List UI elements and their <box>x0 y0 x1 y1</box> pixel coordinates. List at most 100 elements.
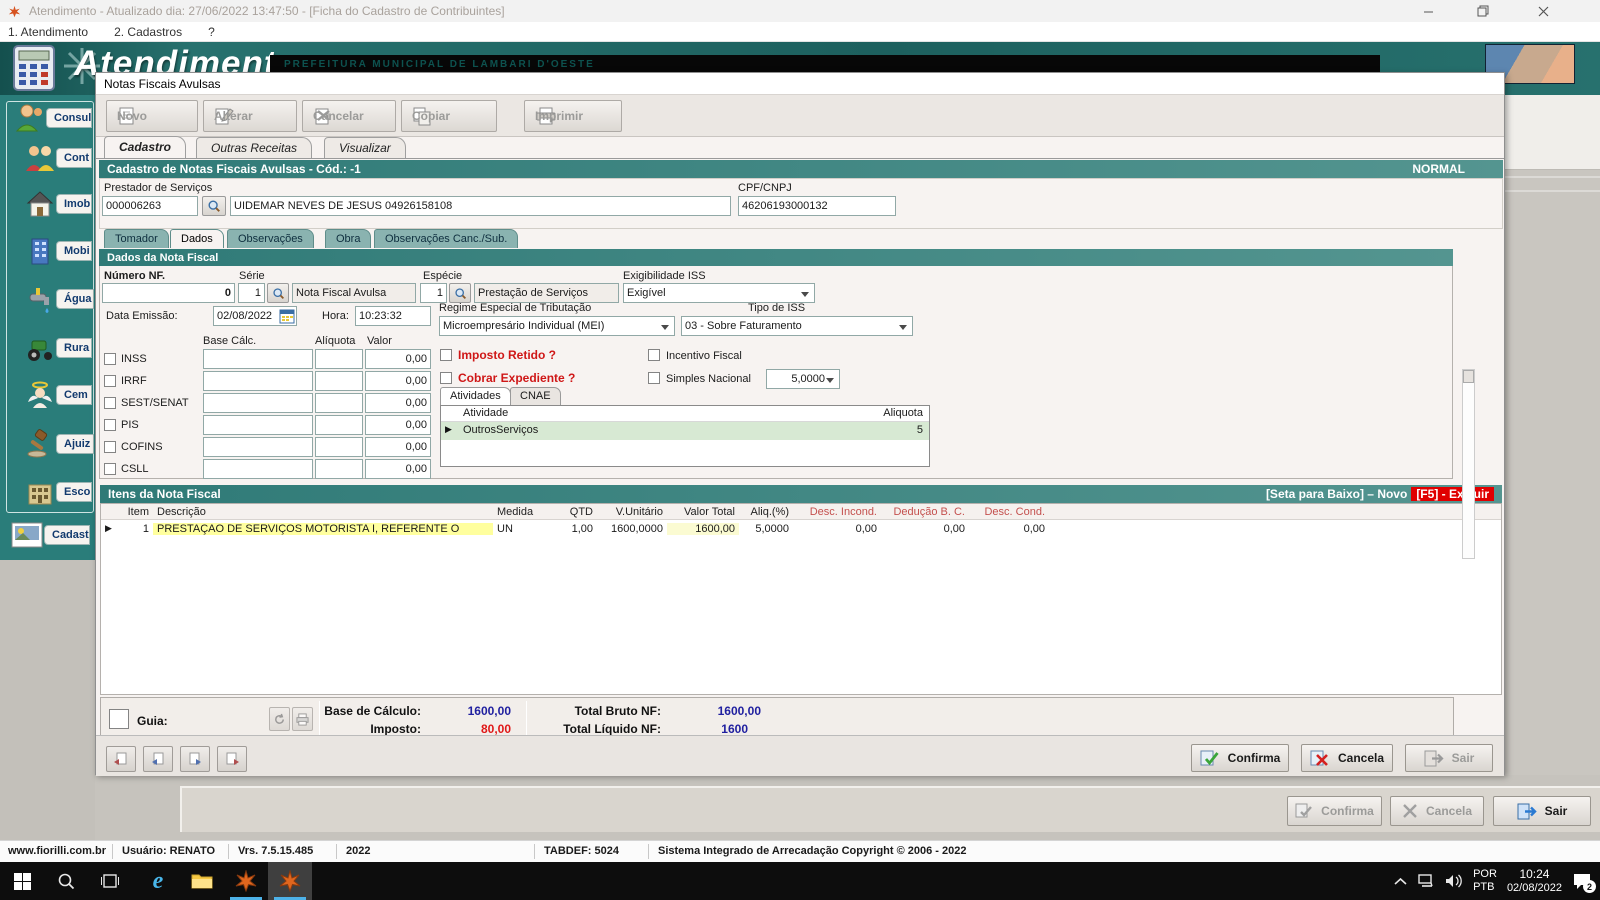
minimize-button[interactable] <box>1405 0 1451 22</box>
tray-chevron-up-icon[interactable] <box>1394 877 1407 886</box>
task-view-icon[interactable] <box>88 862 132 900</box>
tab-observacoes-canc[interactable]: Observações Canc./Sub. <box>374 229 519 248</box>
taskbar-clock[interactable]: 10:24 02/08/2022 <box>1507 867 1562 895</box>
sidebar-item-rura[interactable]: Rura <box>24 333 92 363</box>
pis-valor-field[interactable]: 0,00 <box>365 415 431 435</box>
sidebar-item-esco[interactable]: Esco <box>24 477 92 507</box>
sidebar-item-imob[interactable]: Imob <box>24 189 92 219</box>
pis-base-field[interactable] <box>203 415 313 435</box>
prestador-code-field[interactable]: 000006263 <box>102 196 198 216</box>
novo-button[interactable]: Novo <box>106 100 198 132</box>
sair-button[interactable]: Sair <box>1405 744 1493 772</box>
close-button[interactable] <box>1520 0 1566 22</box>
cofins-valor-field[interactable]: 0,00 <box>365 437 431 457</box>
tab-cnae[interactable]: CNAE <box>510 387 561 405</box>
internet-explorer-icon[interactable]: e <box>136 862 180 900</box>
scrollbar-thumb[interactable] <box>1463 370 1474 383</box>
sest-base-field[interactable] <box>203 393 313 413</box>
tab-visualizar[interactable]: Visualizar <box>324 137 406 158</box>
outer-sair-button[interactable]: Sair <box>1493 796 1591 826</box>
alterar-button[interactable]: Alterar <box>203 100 297 132</box>
copiar-button[interactable]: Copiar <box>401 100 497 132</box>
tab-dados[interactable]: Dados <box>170 229 224 248</box>
inss-checkbox[interactable] <box>104 353 116 365</box>
simples-nacional-checkbox[interactable] <box>648 372 660 384</box>
record-first-button[interactable] <box>106 746 136 772</box>
file-explorer-icon[interactable] <box>180 862 224 900</box>
network-icon[interactable] <box>1417 874 1435 888</box>
cpf-cnpj-field[interactable]: 46206193000132 <box>738 196 896 216</box>
csll-aliquota-field[interactable] <box>315 459 363 479</box>
pis-aliquota-field[interactable] <box>315 415 363 435</box>
numero-nf-field[interactable]: 0 <box>102 283 235 303</box>
irrf-base-field[interactable] <box>203 371 313 391</box>
tab-outras-receitas[interactable]: Outras Receitas <box>196 137 313 158</box>
start-button[interactable] <box>0 862 44 900</box>
language-indicator[interactable]: POR PTB <box>1473 868 1497 894</box>
tab-atividades[interactable]: Atividades <box>440 387 511 405</box>
fiorilli-app-icon[interactable] <box>224 862 268 900</box>
tab-obra[interactable]: Obra <box>325 229 372 248</box>
serie-search-button[interactable] <box>267 283 289 303</box>
sest-valor-field[interactable]: 0,00 <box>365 393 431 413</box>
hora-field[interactable]: 10:23:32 <box>355 306 431 326</box>
imprimir-button[interactable]: Imprimir <box>524 100 622 132</box>
tab-cadastro[interactable]: Cadastro <box>104 136 187 158</box>
sest-senat-checkbox[interactable] <box>104 397 116 409</box>
incentivo-fiscal-checkbox[interactable] <box>648 349 660 361</box>
irrf-aliquota-field[interactable] <box>315 371 363 391</box>
sidebar-item-mobi[interactable]: Mobi <box>24 236 92 266</box>
serie-field[interactable]: 1 <box>238 283 265 303</box>
outer-confirma-button[interactable]: Confirma <box>1287 796 1382 826</box>
regime-select[interactable]: Microempresário Individual (MEI) <box>439 316 675 336</box>
menu-atendimento[interactable]: 1. Atendimento <box>8 25 88 39</box>
outer-cancela-button[interactable]: Cancela <box>1390 796 1484 826</box>
record-last-button[interactable] <box>217 746 247 772</box>
csll-checkbox[interactable] <box>104 463 116 475</box>
inss-valor-field[interactable]: 0,00 <box>365 349 431 369</box>
sidebar-item-cadastr[interactable]: Cadastr <box>10 521 90 549</box>
sidebar-item-ajuiz[interactable]: Ajuiz <box>24 429 94 459</box>
simples-aliquota-select[interactable]: 5,0000 <box>766 369 840 389</box>
sidebar-item-cont[interactable]: Cont <box>24 143 92 173</box>
menu-cadastros[interactable]: 2. Cadastros <box>114 25 182 39</box>
vertical-scrollbar[interactable] <box>1462 369 1475 559</box>
cofins-checkbox[interactable] <box>104 441 116 453</box>
sidebar-item-agua[interactable]: Água <box>24 284 94 314</box>
guia-refresh-button[interactable] <box>269 707 290 731</box>
prestador-search-button[interactable] <box>202 196 226 216</box>
data-emissao-field[interactable]: 02/08/2022 <box>213 306 297 326</box>
especie-search-button[interactable] <box>449 283 471 303</box>
tab-tomador[interactable]: Tomador <box>104 229 169 248</box>
irrf-checkbox[interactable] <box>104 375 116 387</box>
sidebar-item-cem[interactable]: Cem <box>24 380 92 410</box>
item-row[interactable]: ▶ 1 PRESTAÇAO DE SERVIÇOS MOTORISTA I, R… <box>101 520 1501 537</box>
csll-valor-field[interactable]: 0,00 <box>365 459 431 479</box>
irrf-valor-field[interactable]: 0,00 <box>365 371 431 391</box>
action-center-icon[interactable]: 2 <box>1572 872 1596 893</box>
calendar-icon[interactable] <box>279 308 295 324</box>
restore-button[interactable] <box>1460 0 1506 22</box>
cofins-base-field[interactable] <box>203 437 313 457</box>
pis-checkbox[interactable] <box>104 419 116 431</box>
sidebar-item-consulta[interactable]: Consulta <box>14 103 92 133</box>
fiorilli-app-icon-active[interactable] <box>268 862 312 900</box>
exigibilidade-select[interactable]: Exigível <box>623 283 815 303</box>
speaker-icon[interactable] <box>1445 874 1463 888</box>
confirma-button[interactable]: Confirma <box>1191 744 1289 772</box>
taskbar-search-icon[interactable] <box>44 862 88 900</box>
cofins-aliquota-field[interactable] <box>315 437 363 457</box>
guia-checkbox[interactable] <box>109 709 129 729</box>
prestador-name-field[interactable]: UIDEMAR NEVES DE JESUS 04926158108 <box>230 196 731 216</box>
tipo-iss-select[interactable]: 03 - Sobre Faturamento <box>681 316 913 336</box>
cancelar-button[interactable]: Cancelar <box>302 100 396 132</box>
record-prev-button[interactable] <box>143 746 173 772</box>
inss-aliquota-field[interactable] <box>315 349 363 369</box>
especie-num-field[interactable]: 1 <box>420 283 447 303</box>
imposto-retido-checkbox[interactable] <box>440 349 452 361</box>
tab-observacoes[interactable]: Observações <box>227 229 314 248</box>
record-next-button[interactable] <box>180 746 210 772</box>
atividade-row[interactable]: ▶ OutrosServiços 5 <box>441 422 929 440</box>
inss-base-field[interactable] <box>203 349 313 369</box>
cobrar-expediente-checkbox[interactable] <box>440 372 452 384</box>
